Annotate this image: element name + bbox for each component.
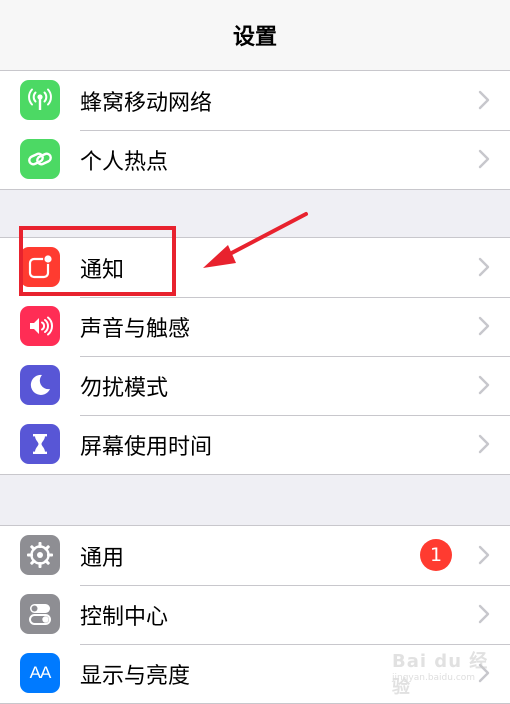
- settings-row-label: 通用: [80, 545, 125, 571]
- watermark-url: jingyan.baidu.com: [392, 673, 476, 683]
- navigation-bar: 设置: [0, 0, 510, 71]
- page-title: 设置: [232, 25, 277, 50]
- watermark-logo: Bai du 经验 jingyan.baidu.com: [392, 647, 502, 698]
- antenna-icon: [20, 80, 60, 120]
- settings-row-general[interactable]: 通用 1: [0, 526, 510, 585]
- gear-icon: [20, 535, 60, 575]
- annotation-highlight-box: [19, 226, 176, 296]
- settings-row-control-center[interactable]: 控制中心: [0, 585, 510, 644]
- settings-row-sounds[interactable]: 声音与触感: [0, 297, 510, 356]
- chevron-right-icon: [478, 545, 490, 565]
- switches-icon: [20, 594, 60, 634]
- chevron-right-icon: [478, 257, 490, 277]
- settings-group-network: 蜂窝移动网络 个人热点: [0, 70, 510, 190]
- chevron-right-icon: [478, 434, 490, 454]
- text-size-icon: AA: [20, 653, 60, 693]
- hourglass-icon: [20, 424, 60, 464]
- settings-row-label: 个人热点: [80, 149, 169, 175]
- text-size-glyph: AA: [29, 663, 52, 682]
- chevron-right-icon: [478, 375, 490, 395]
- settings-row-label: 蜂窝移动网络: [80, 90, 213, 116]
- settings-row-screen-time[interactable]: 屏幕使用时间: [0, 415, 510, 474]
- settings-row-hotspot[interactable]: 个人热点: [0, 130, 510, 189]
- speaker-icon: [20, 306, 60, 346]
- settings-row-label: 显示与亮度: [80, 663, 191, 689]
- settings-row-label: 屏幕使用时间: [80, 434, 213, 460]
- settings-row-label: 控制中心: [80, 604, 169, 630]
- chain-link-icon: [20, 139, 60, 179]
- moon-icon: [20, 365, 60, 405]
- settings-row-label: 声音与触感: [80, 316, 191, 342]
- settings-row-label: 勿扰模式: [80, 375, 169, 401]
- chevron-right-icon: [478, 90, 490, 110]
- settings-row-cellular[interactable]: 蜂窝移动网络: [0, 71, 510, 130]
- chevron-right-icon: [478, 604, 490, 624]
- settings-row-do-not-disturb[interactable]: 勿扰模式: [0, 356, 510, 415]
- notification-badge: 1: [420, 539, 452, 571]
- chevron-right-icon: [478, 316, 490, 336]
- chevron-right-icon: [478, 149, 490, 169]
